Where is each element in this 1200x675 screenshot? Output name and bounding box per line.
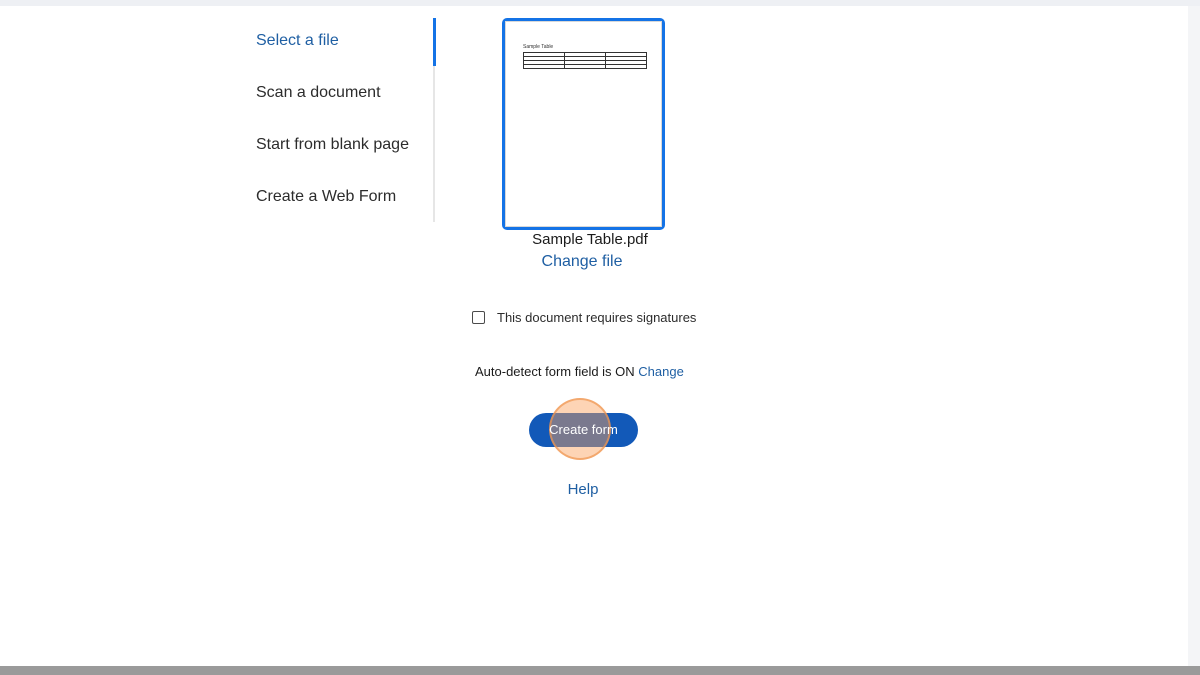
signature-checkbox[interactable]: [472, 310, 485, 324]
thumbnail-table: [523, 52, 647, 69]
table-row: [523, 64, 647, 69]
thumbnail-page: Sample Table: [505, 21, 662, 227]
change-file-link[interactable]: Change file: [480, 253, 684, 271]
right-scroll-area: [1188, 6, 1200, 668]
create-form-button[interactable]: [529, 413, 638, 447]
top-strip: [0, 0, 1200, 6]
nav-item-web-form[interactable]: Create a Web Form: [256, 188, 396, 206]
auto-detect-change-link[interactable]: Change: [638, 364, 684, 379]
signature-label: This document requires signatures: [497, 309, 697, 325]
thumbnail-title: Sample Table: [523, 44, 554, 50]
document-thumbnail[interactable]: Sample Table: [502, 18, 665, 230]
auto-detect-status: Auto-detect form field is ON Change: [475, 364, 684, 379]
file-name: Sample Table.pdf: [532, 231, 648, 248]
create-form-screen: Select a file Scan a document Start from…: [0, 0, 1200, 675]
taskbar-strip: [0, 666, 1200, 675]
help-link[interactable]: Help: [553, 481, 613, 498]
nav-active-indicator: [433, 18, 436, 66]
nav-item-select-file[interactable]: Select a file: [256, 32, 339, 50]
signature-option[interactable]: This document requires signatures: [472, 308, 696, 326]
source-nav: Select a file Scan a document Start from…: [256, 18, 436, 222]
auto-detect-text: Auto-detect form field is ON: [475, 364, 635, 379]
nav-item-blank-page[interactable]: Start from blank page: [256, 136, 409, 154]
nav-item-scan-document[interactable]: Scan a document: [256, 84, 381, 102]
